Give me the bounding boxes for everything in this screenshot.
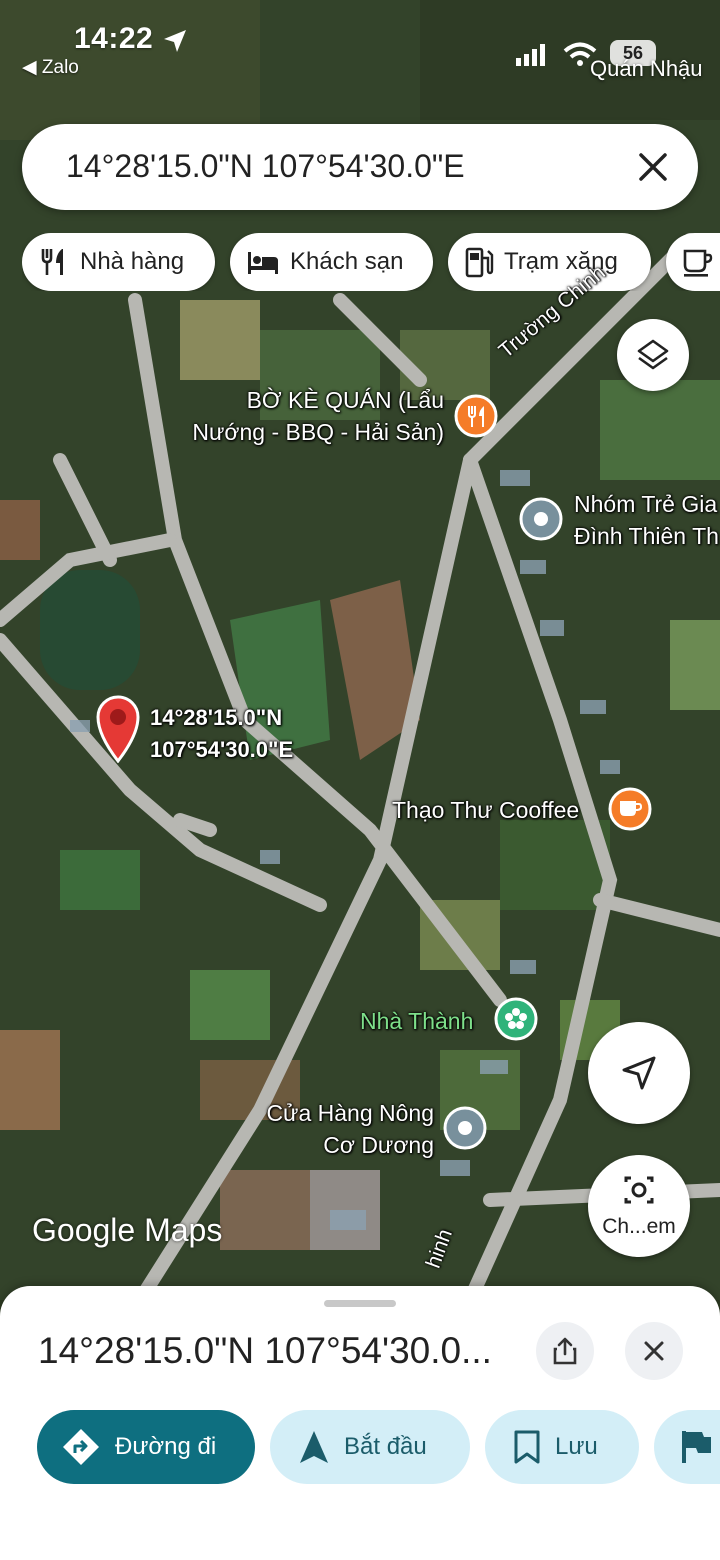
place-label-line1: Nhà Thành bbox=[360, 1008, 474, 1034]
place-label-line1: BỜ KÈ QUÁN (Lẩu bbox=[246, 387, 444, 413]
lens-camera-button[interactable]: Ch...em bbox=[588, 1155, 690, 1257]
pin-label-lng: 107°54'30.0"E bbox=[150, 737, 294, 762]
directions-button[interactable]: Đường đi bbox=[37, 1410, 255, 1484]
pin-label-lat: 14°28'15.0"N bbox=[150, 705, 283, 730]
fork-knife-icon bbox=[41, 249, 63, 275]
action-buttons: Đường đi Bắt đầu Lưu bbox=[0, 1410, 720, 1484]
map-pin-icon bbox=[96, 695, 140, 763]
search-query[interactable]: 14°28'15.0"N 107°54'30.0"E bbox=[66, 148, 465, 185]
flower-icon bbox=[494, 997, 538, 1041]
gas-station-icon bbox=[465, 247, 494, 278]
search-bar[interactable]: 14°28'15.0"N 107°54'30.0"E bbox=[22, 124, 698, 210]
place-label-line2: Cơ Dương bbox=[323, 1132, 434, 1158]
bottom-sheet: 14°28'15.0"N 107°54'30.0... Đường đi Bắt… bbox=[0, 1286, 720, 1560]
map-label-quan-nhau: Quán Nhậu bbox=[590, 56, 703, 81]
sheet-drag-handle[interactable] bbox=[324, 1300, 396, 1307]
chip-label: Khách sạn bbox=[290, 248, 404, 275]
status-bar: 14:22 ◀ Zalo 56 Quán Nhậu bbox=[0, 0, 720, 90]
place-label-line1: Nhóm Trẻ Gia bbox=[574, 491, 718, 517]
layers-button[interactable] bbox=[617, 319, 689, 391]
place-label-line1: Cửa Hàng Nông bbox=[266, 1100, 434, 1126]
layers-icon bbox=[637, 339, 669, 370]
signal-icon bbox=[516, 44, 545, 66]
sheet-close-button[interactable] bbox=[625, 1322, 683, 1380]
chip-hotels[interactable]: Khách sạn bbox=[230, 233, 433, 291]
flag-icon bbox=[682, 1431, 711, 1463]
share-icon bbox=[553, 1337, 577, 1365]
status-time: 14:22 bbox=[74, 22, 154, 55]
google-maps-watermark: Google Maps bbox=[32, 1212, 223, 1248]
action-label: Đường đi bbox=[115, 1433, 217, 1460]
start-button[interactable]: Bắt đầu bbox=[270, 1410, 470, 1484]
cafe-icon bbox=[608, 787, 652, 831]
navigation-arrow-icon bbox=[622, 1056, 656, 1090]
back-to-app-link[interactable]: ◀ Zalo bbox=[22, 56, 79, 79]
place-icon bbox=[443, 1106, 487, 1150]
camera-button-label: Ch...em bbox=[602, 1215, 676, 1238]
camera-search-icon bbox=[624, 1176, 654, 1204]
location-arrow-icon bbox=[164, 30, 186, 52]
chip-restaurants[interactable]: Nhà hàng bbox=[22, 233, 215, 291]
chip-gas-stations[interactable]: Trạm xăng bbox=[448, 233, 651, 291]
satellite-map[interactable]: 14:22 ◀ Zalo 56 Quán Nhậu 14°28'15.0"N 1… bbox=[0, 0, 720, 1300]
save-button[interactable]: Lưu bbox=[485, 1410, 639, 1484]
action-label: Lưu bbox=[555, 1433, 598, 1460]
chip-label: Nhà hàng bbox=[80, 248, 185, 275]
restaurant-icon bbox=[454, 394, 498, 438]
my-location-button[interactable] bbox=[588, 1022, 690, 1124]
sheet-title: 14°28'15.0"N 107°54'30.0... bbox=[38, 1330, 492, 1371]
close-icon[interactable] bbox=[634, 148, 672, 186]
place-label-line2: Đình Thiên Th bbox=[574, 523, 719, 549]
action-label: Bắt đầu bbox=[344, 1433, 427, 1460]
close-icon bbox=[644, 1341, 664, 1361]
label-button[interactable] bbox=[654, 1410, 720, 1484]
directions-icon bbox=[63, 1429, 99, 1465]
place-label-line2: Nướng - BBQ - Hải Sản) bbox=[192, 419, 444, 445]
navigation-arrow-icon bbox=[300, 1431, 328, 1463]
share-button[interactable] bbox=[536, 1322, 594, 1380]
coffee-cup-icon bbox=[683, 249, 713, 277]
bookmark-icon bbox=[514, 1430, 540, 1464]
place-icon bbox=[519, 497, 563, 541]
place-label-line1: Thạo Thư Cooffee bbox=[392, 797, 580, 823]
category-chips: Nhà hàng Khách sạn Trạm xăng bbox=[22, 233, 720, 291]
bed-icon bbox=[248, 252, 278, 274]
chip-coffee[interactable] bbox=[666, 233, 720, 291]
